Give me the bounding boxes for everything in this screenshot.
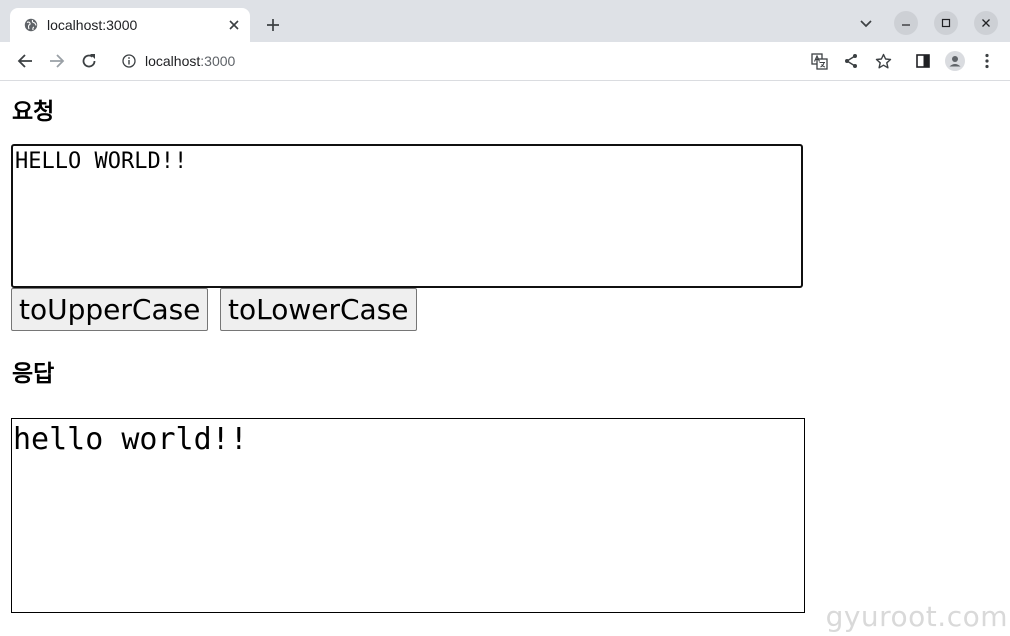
url-text: localhost:3000 bbox=[145, 53, 235, 69]
browser-tab[interactable]: localhost:3000 bbox=[10, 8, 250, 42]
star-icon[interactable] bbox=[873, 51, 893, 71]
url-host: localhost bbox=[145, 53, 201, 69]
response-output: hello world!! bbox=[11, 418, 805, 613]
chevron-down-icon bbox=[860, 20, 872, 28]
close-icon bbox=[981, 18, 991, 28]
tab-strip: localhost:3000 bbox=[0, 0, 1010, 42]
profile-icon[interactable] bbox=[945, 51, 965, 71]
address-bar[interactable]: localhost:3000 bbox=[110, 46, 900, 76]
reload-button[interactable] bbox=[78, 50, 100, 72]
reload-icon bbox=[81, 53, 97, 69]
watermark: gyuroot.com bbox=[825, 600, 1008, 633]
response-heading: 응답 bbox=[12, 361, 55, 387]
globe-icon bbox=[24, 18, 38, 32]
to-lower-case-button[interactable]: toLowerCase bbox=[220, 288, 417, 331]
request-input[interactable]: HELLO WORLD!! bbox=[11, 144, 803, 288]
minimize-button[interactable] bbox=[894, 11, 918, 35]
plus-icon bbox=[266, 18, 280, 32]
close-window-button[interactable] bbox=[974, 11, 998, 35]
tab-search-button[interactable] bbox=[856, 14, 876, 34]
to-upper-case-button[interactable]: toUpperCase bbox=[11, 288, 209, 331]
arrow-right-icon bbox=[49, 53, 65, 69]
forward-button[interactable] bbox=[46, 50, 68, 72]
share-icon[interactable] bbox=[841, 51, 861, 71]
request-heading: 요청 bbox=[12, 99, 55, 125]
info-icon[interactable] bbox=[122, 54, 136, 68]
minimize-icon bbox=[901, 18, 911, 28]
arrow-left-icon bbox=[17, 53, 33, 69]
url-port: :3000 bbox=[200, 53, 236, 69]
side-panel-icon[interactable] bbox=[913, 51, 933, 71]
browser-toolbar: localhost:3000 bbox=[0, 42, 1010, 81]
more-vertical-icon[interactable] bbox=[977, 51, 997, 71]
maximize-icon bbox=[941, 18, 951, 28]
tab-title: localhost:3000 bbox=[47, 17, 138, 33]
close-icon[interactable] bbox=[224, 15, 244, 35]
back-button[interactable] bbox=[14, 50, 36, 72]
translate-icon[interactable] bbox=[809, 51, 829, 71]
maximize-button[interactable] bbox=[934, 11, 958, 35]
new-tab-button[interactable] bbox=[262, 14, 284, 36]
